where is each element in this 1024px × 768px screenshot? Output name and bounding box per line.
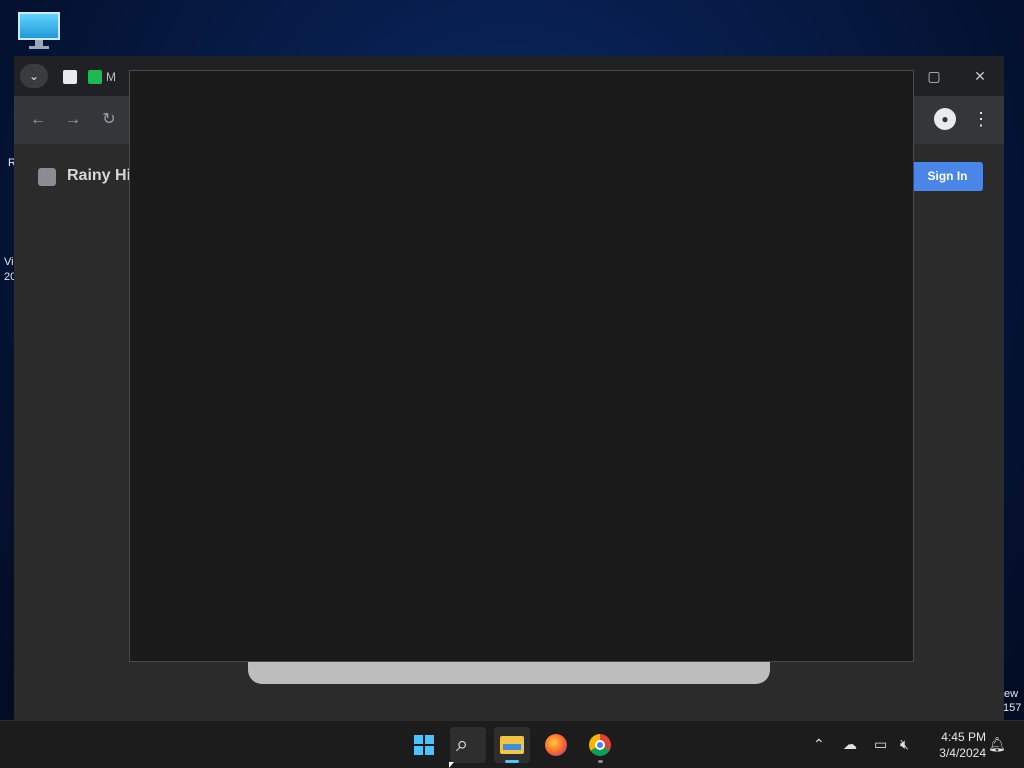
monitor-screen — [18, 12, 60, 40]
taskbar: ⌕ ⌃ ☁ ▭ 🔇︎ 4:45 PM 3/4/2024 🔔︎ — [0, 720, 1024, 768]
maximize-icon[interactable]: ▢ — [924, 66, 944, 86]
reload-icon[interactable]: ↻ — [97, 108, 121, 132]
network-icon[interactable]: ▭ — [874, 735, 887, 753]
checkbox-favicon-icon[interactable] — [88, 70, 102, 84]
blank-dark-window[interactable] — [129, 70, 914, 662]
arrow-left-icon[interactable]: ← — [26, 108, 50, 132]
search-button[interactable]: ⌕ — [450, 727, 486, 763]
clock-time: 4:45 PM — [941, 730, 986, 744]
clock[interactable]: 4:45 PM 3/4/2024 — [926, 729, 986, 761]
volume-muted-icon[interactable]: 🔇︎ — [900, 735, 909, 753]
notification-bell-icon[interactable]: 🔔︎ — [988, 735, 1006, 753]
chevron-up-icon[interactable]: ⌃ — [813, 735, 825, 753]
site-logo-icon — [38, 168, 56, 186]
clock-date: 3/4/2024 — [939, 746, 986, 760]
active-indicator — [505, 760, 519, 763]
windows-logo-icon — [414, 735, 434, 755]
cloud-offline-icon[interactable]: ☁ — [843, 735, 857, 753]
sign-in-button[interactable]: Sign In — [912, 162, 983, 191]
bottom-panel-edge — [248, 662, 770, 684]
this-pc-icon[interactable] — [18, 12, 60, 50]
folder-icon — [500, 736, 524, 754]
running-indicator — [598, 760, 603, 763]
profile-icon[interactable]: ● — [934, 108, 956, 130]
tab-title[interactable]: M — [106, 70, 116, 84]
monitor-base — [29, 46, 49, 49]
close-icon[interactable]: ✕ — [970, 66, 990, 86]
firefox-icon — [545, 734, 567, 756]
search-icon: ⌕ — [456, 731, 469, 756]
desktop-label-fragment: 157 — [1003, 702, 1022, 714]
start-button[interactable] — [406, 727, 442, 763]
site-favicon-icon[interactable] — [63, 70, 77, 84]
firefox-button[interactable] — [538, 727, 574, 763]
desktop-label-fragment: Vi — [4, 256, 14, 268]
arrow-right-icon[interactable]: → — [61, 108, 85, 132]
desktop-label-fragment: ew — [1004, 688, 1019, 700]
mouse-cursor — [449, 762, 454, 768]
chrome-icon — [589, 734, 611, 756]
file-explorer-button[interactable] — [494, 727, 530, 763]
chrome-button[interactable] — [582, 727, 618, 763]
tab-search-button[interactable]: ⌄ — [20, 64, 48, 88]
more-vert-icon[interactable]: ⋮ — [972, 108, 990, 132]
